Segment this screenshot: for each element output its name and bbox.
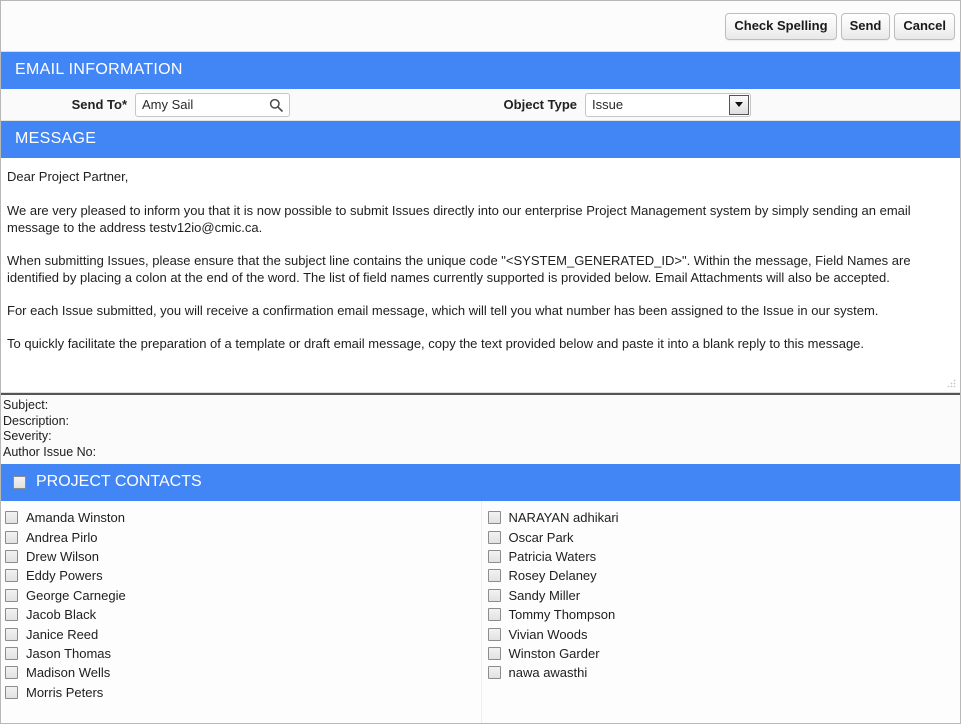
contact-row[interactable]: Sandy Miller xyxy=(487,586,961,605)
contact-checkbox[interactable] xyxy=(5,646,18,660)
chevron-down-icon[interactable] xyxy=(729,94,749,115)
contact-row[interactable]: Rosey Delaney xyxy=(487,566,961,585)
project-contacts-list: Amanda Winston Andrea Pirlo Drew Wilson … xyxy=(1,501,960,723)
send-to-label: Send To* xyxy=(1,97,135,112)
contact-row[interactable]: George Carnegie xyxy=(5,586,481,605)
contact-checkbox[interactable] xyxy=(487,511,501,525)
contact-name: Drew Wilson xyxy=(26,548,99,564)
contact-row[interactable]: Eddy Powers xyxy=(5,566,481,585)
contact-checkbox[interactable] xyxy=(5,666,18,680)
message-body[interactable]: Dear Project Partner, We are very please… xyxy=(1,158,960,393)
contact-checkbox[interactable] xyxy=(487,588,501,602)
contact-name: Rosey Delaney xyxy=(508,568,597,584)
contact-row[interactable]: Vivian Woods xyxy=(487,624,961,643)
check-spelling-button[interactable]: Check Spelling xyxy=(725,12,837,40)
contact-name: NARAYAN adhikari xyxy=(508,510,619,526)
contact-row[interactable]: Oscar Park xyxy=(487,527,961,546)
search-icon[interactable] xyxy=(269,98,283,112)
message-header: MESSAGE xyxy=(1,121,960,158)
contact-name: nawa awasthi xyxy=(508,665,588,681)
contact-name: Jacob Black xyxy=(26,607,97,623)
contact-checkbox[interactable] xyxy=(5,588,18,602)
send-to-field-group: Send To* xyxy=(1,92,480,117)
contact-row[interactable]: NARAYAN adhikari xyxy=(487,508,961,527)
contact-checkbox[interactable] xyxy=(5,685,18,699)
contact-name: Madison Wells xyxy=(26,665,111,681)
contact-name: George Carnegie xyxy=(26,587,126,603)
resize-grip-icon[interactable] xyxy=(945,377,957,389)
contact-row[interactable]: Morris Peters xyxy=(5,683,481,702)
contact-name: Janice Reed xyxy=(26,626,99,642)
contacts-column-right: NARAYAN adhikari Oscar Park Patricia Wat… xyxy=(480,501,961,723)
message-paragraph: To quickly facilitate the preparation of… xyxy=(7,336,865,351)
send-to-label-text: Send To xyxy=(71,97,122,112)
object-type-label: Object Type xyxy=(503,97,577,112)
cancel-button[interactable]: Cancel xyxy=(894,12,955,40)
message-paragraph: Dear Project Partner, xyxy=(7,169,129,184)
contact-name: Oscar Park xyxy=(508,529,574,545)
contact-row[interactable]: Amanda Winston xyxy=(5,508,481,527)
contact-name: Tommy Thompson xyxy=(508,607,616,623)
contact-row[interactable]: Madison Wells xyxy=(5,663,481,682)
contact-row[interactable]: Jason Thomas xyxy=(5,644,481,663)
contact-checkbox[interactable] xyxy=(5,608,18,622)
contact-name: Winston Garder xyxy=(508,645,600,661)
required-marker: * xyxy=(121,97,127,112)
contact-checkbox[interactable] xyxy=(487,549,501,563)
email-information-title: EMAIL INFORMATION xyxy=(15,61,183,78)
project-contacts-header: PROJECT CONTACTS xyxy=(1,464,960,501)
contact-checkbox[interactable] xyxy=(5,530,18,544)
contact-row[interactable]: Winston Garder xyxy=(487,644,961,663)
contact-name: Vivian Woods xyxy=(508,626,588,642)
email-information-header: EMAIL INFORMATION xyxy=(1,52,960,89)
field-name-item: Severity: xyxy=(3,429,52,443)
contact-row[interactable]: Andrea Pirlo xyxy=(5,527,481,546)
contact-name: Patricia Waters xyxy=(508,548,597,564)
contact-row[interactable]: Patricia Waters xyxy=(487,547,961,566)
contact-row[interactable]: Drew Wilson xyxy=(5,547,481,566)
contact-row[interactable]: Tommy Thompson xyxy=(487,605,961,624)
send-to-input-wrap xyxy=(135,92,290,117)
email-compose-window: Check Spelling Send Cancel EMAIL INFORMA… xyxy=(0,0,961,724)
field-name-item: Subject: xyxy=(3,398,49,412)
contact-checkbox[interactable] xyxy=(487,608,501,622)
contact-checkbox[interactable] xyxy=(487,646,501,660)
contact-name: Andrea Pirlo xyxy=(26,529,98,545)
field-name-item: Author Issue No: xyxy=(3,444,97,459)
send-to-input[interactable] xyxy=(136,93,289,116)
email-information-fields: Send To* Object Type Issue xyxy=(1,89,960,121)
contact-name: Morris Peters xyxy=(26,684,104,700)
contact-checkbox[interactable] xyxy=(487,530,501,544)
send-button[interactable]: Send xyxy=(840,12,891,40)
contact-row[interactable]: nawa awasthi xyxy=(487,663,961,682)
object-type-value: Issue xyxy=(592,97,624,112)
contact-checkbox[interactable] xyxy=(5,627,18,641)
contact-name: Amanda Winston xyxy=(26,510,125,526)
contact-checkbox[interactable] xyxy=(5,549,18,563)
contact-checkbox[interactable] xyxy=(487,627,501,641)
message-title: MESSAGE xyxy=(15,130,97,147)
contact-checkbox[interactable] xyxy=(5,511,18,525)
field-name-item: Description: xyxy=(3,413,69,428)
contact-checkbox[interactable] xyxy=(487,569,501,583)
message-paragraph: When submitting Issues, please ensure th… xyxy=(7,253,911,285)
contact-row[interactable]: Jacob Black xyxy=(5,605,481,624)
object-type-field-group: Object Type Issue xyxy=(480,92,960,117)
object-type-select[interactable]: Issue xyxy=(585,92,751,117)
toolbar: Check Spelling Send Cancel xyxy=(1,1,960,52)
project-contacts-title: PROJECT CONTACTS xyxy=(36,473,202,490)
contact-checkbox[interactable] xyxy=(487,666,501,680)
select-all-contacts-checkbox[interactable] xyxy=(13,475,26,489)
contact-row[interactable]: Janice Reed xyxy=(5,624,481,643)
contacts-column-left: Amanda Winston Andrea Pirlo Drew Wilson … xyxy=(1,501,481,723)
contact-name: Jason Thomas xyxy=(26,645,112,661)
message-paragraph: For each Issue submitted, you will recei… xyxy=(7,303,879,318)
contact-checkbox[interactable] xyxy=(5,569,18,583)
message-paragraph: We are very pleased to inform you that i… xyxy=(7,203,911,235)
contact-name: Sandy Miller xyxy=(508,587,581,603)
supported-field-names: Subject: Description: Severity: Author I… xyxy=(1,395,960,464)
contact-name: Eddy Powers xyxy=(26,568,103,584)
